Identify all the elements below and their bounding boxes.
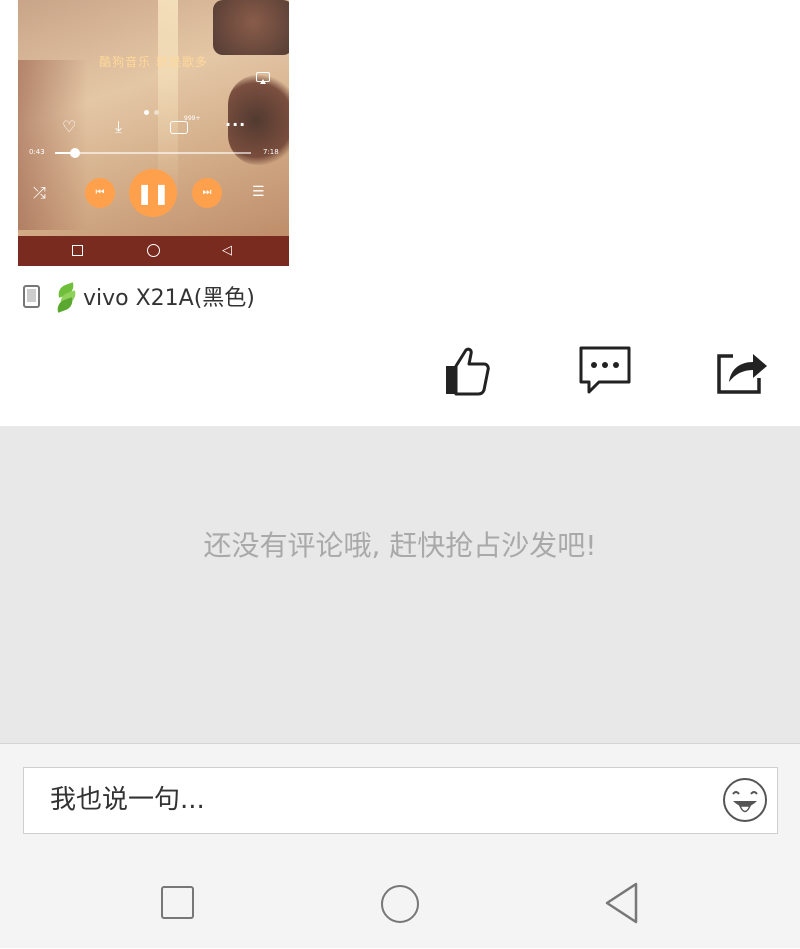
shuffle-icon: ⤮ bbox=[33, 183, 46, 202]
embedded-nav-bar: ◁ bbox=[18, 236, 289, 266]
leaf-icon bbox=[53, 282, 81, 313]
speech-bubble-icon bbox=[579, 346, 631, 394]
more-icon: ··· bbox=[225, 115, 247, 134]
system-nav-bar bbox=[0, 864, 800, 949]
post-area: 酷狗音乐 就是歌多 ♡ ⤓ 999+ ··· 0:43 7:18 ⤮ ⏮ ❚❚ … bbox=[0, 0, 800, 426]
time-elapsed: 0:43 bbox=[29, 148, 45, 156]
progress-knob bbox=[69, 148, 80, 158]
share-button[interactable] bbox=[713, 344, 769, 400]
time-total: 7:18 bbox=[263, 148, 279, 156]
playlist-icon: ☰ bbox=[252, 184, 265, 200]
back-triangle-icon[interactable] bbox=[603, 881, 639, 925]
recent-apps-square-icon[interactable] bbox=[161, 886, 194, 919]
embedded-square-icon bbox=[72, 245, 83, 256]
embedded-back-icon: ◁ bbox=[222, 243, 232, 258]
device-label: vivo X21A(黑色) bbox=[83, 286, 255, 311]
heart-icon: ♡ bbox=[62, 117, 77, 136]
previous-icon: ⏮ bbox=[85, 178, 115, 208]
download-icon: ⤓ bbox=[115, 117, 123, 136]
embedded-circle-icon bbox=[147, 244, 160, 257]
emoji-button[interactable] bbox=[722, 777, 768, 823]
thumbs-up-icon bbox=[446, 347, 490, 396]
comment-icon bbox=[170, 121, 188, 134]
comments-section: 还没有评论哦, 赶快抢占沙发吧! bbox=[0, 426, 800, 743]
comment-input[interactable]: 我也说一句... bbox=[23, 767, 778, 834]
next-icon: ⏭ bbox=[192, 178, 222, 208]
page-dots bbox=[144, 100, 164, 119]
comment-input-bar: 我也说一句... bbox=[0, 743, 800, 948]
phone-icon bbox=[23, 284, 40, 308]
player-brand-text: 酷狗音乐 就是歌多 bbox=[99, 55, 208, 69]
like-button[interactable] bbox=[440, 344, 496, 400]
cast-icon bbox=[256, 72, 270, 84]
device-source: vivo X21A(黑色) bbox=[23, 280, 255, 313]
comment-button[interactable] bbox=[577, 344, 633, 400]
home-circle-icon[interactable] bbox=[381, 885, 419, 923]
comment-count: 999+ bbox=[184, 115, 201, 122]
screenshot-image[interactable]: 酷狗音乐 就是歌多 ♡ ⤓ 999+ ··· 0:43 7:18 ⤮ ⏮ ❚❚ … bbox=[18, 0, 289, 266]
progress-bar bbox=[55, 148, 251, 158]
no-comments-text: 还没有评论哦, 赶快抢占沙发吧! bbox=[203, 529, 597, 562]
pause-icon: ❚❚ bbox=[129, 169, 177, 217]
emoji-icon bbox=[723, 778, 767, 822]
post-action-bar bbox=[0, 340, 800, 400]
share-arrow-icon bbox=[717, 354, 767, 394]
